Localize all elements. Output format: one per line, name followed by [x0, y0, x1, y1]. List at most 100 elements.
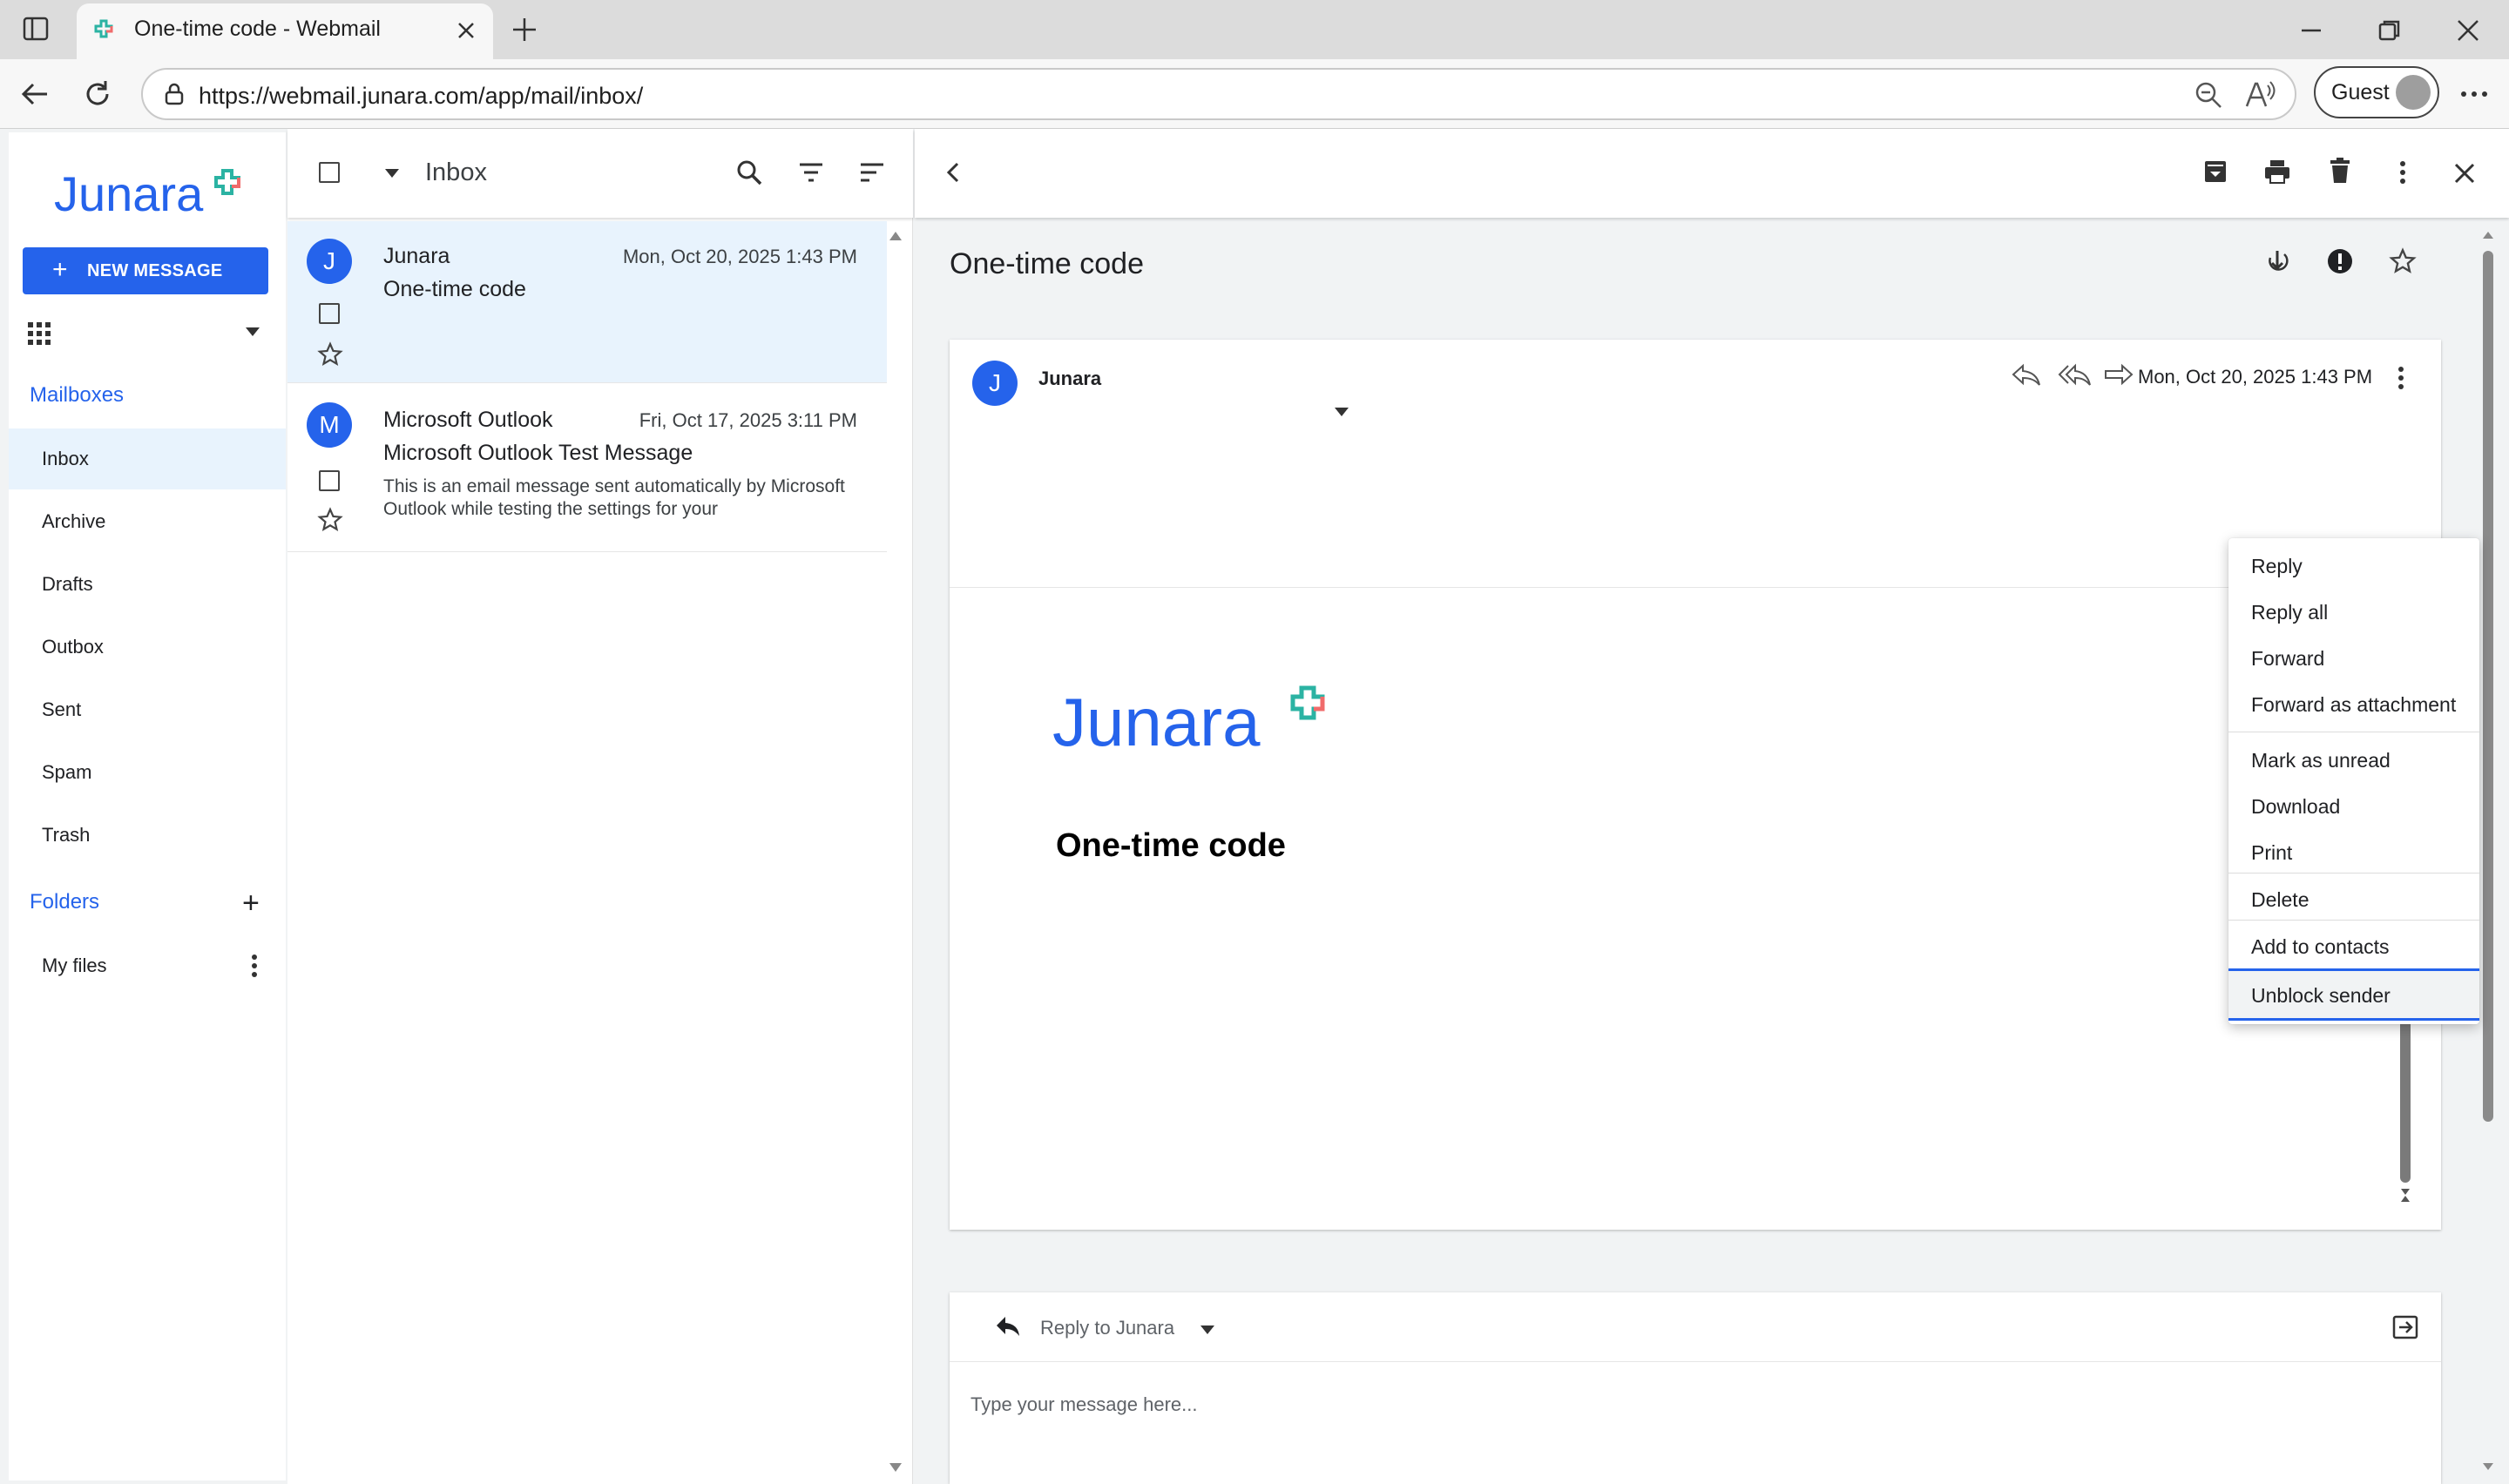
url-field[interactable]: https://webmail.junara.com/app/mail/inbo… — [141, 68, 2296, 120]
message-subject: Microsoft Outlook Test Message — [383, 441, 693, 465]
site-info-lock-icon[interactable] — [162, 82, 186, 106]
new-message-button[interactable]: + NEW MESSAGE — [23, 247, 268, 294]
email-body-title: One-time code — [1056, 827, 1286, 864]
more-actions-icon[interactable] — [2399, 160, 2406, 185]
message-subject-title: One-time code — [950, 247, 1144, 280]
menu-divider — [2228, 920, 2479, 921]
mailbox-label: Drafts — [42, 573, 93, 595]
menu-item-label: Print — [2251, 841, 2293, 864]
menu-item-reply[interactable]: Reply — [2228, 542, 2479, 589]
back-icon[interactable] — [17, 77, 52, 111]
thread-expand-icon[interactable] — [2265, 247, 2289, 275]
menu-item-reply-all[interactable]: Reply all — [2228, 588, 2479, 635]
email-body-logo: Junara — [1052, 679, 1349, 758]
star-icon[interactable] — [317, 341, 343, 368]
browser-menu-icon[interactable] — [2458, 78, 2490, 110]
select-dropdown-icon[interactable] — [385, 169, 399, 178]
add-folder-icon[interactable]: + — [242, 888, 260, 918]
message-list-pane: Inbox J Junara Mon, Oct 20, 2025 1:43 PM… — [287, 129, 913, 1484]
message-list-scrollbar[interactable] — [885, 225, 906, 1479]
message-checkbox[interactable] — [319, 470, 340, 491]
message-actions-menu: Reply Reply all Forward Forward as attac… — [2228, 538, 2479, 1024]
forward-icon[interactable] — [2103, 362, 2134, 387]
mailbox-drafts[interactable]: Drafts — [9, 554, 286, 615]
menu-item-forward-as-attachment[interactable]: Forward as attachment — [2228, 680, 2479, 727]
folder-more-icon[interactable] — [251, 954, 258, 977]
menu-item-mark-as-unread[interactable]: Mark as unread — [2228, 736, 2479, 783]
folders-title[interactable]: Folders — [30, 890, 99, 914]
delete-icon[interactable] — [2328, 157, 2352, 185]
menu-item-add-to-contacts[interactable]: Add to contacts — [2228, 922, 2479, 969]
sender-name[interactable]: Junara — [1038, 368, 1101, 390]
mailbox-sent[interactable]: Sent — [9, 679, 286, 740]
plus-icon: + — [52, 255, 68, 284]
message-from: Microsoft Outlook — [383, 408, 553, 432]
junara-logo[interactable]: Junara — [52, 162, 253, 223]
archive-icon[interactable] — [2202, 159, 2228, 185]
message-row-junara[interactable]: J Junara Mon, Oct 20, 2025 1:43 PM One-t… — [287, 221, 887, 383]
new-tab-icon[interactable] — [511, 16, 538, 44]
close-window-icon[interactable] — [2455, 17, 2481, 44]
mailbox-spam[interactable]: Spam — [9, 742, 286, 803]
browser-tab-bar: One-time code - Webmail — [0, 0, 2509, 59]
mailbox-archive[interactable]: Archive — [9, 491, 286, 552]
mailbox-trash[interactable]: Trash — [9, 805, 286, 866]
print-icon[interactable] — [2263, 159, 2291, 185]
minimize-icon[interactable] — [2298, 17, 2324, 44]
flag-important-icon[interactable] — [2326, 247, 2354, 275]
message-row-microsoft-outlook[interactable]: M Microsoft Outlook Fri, Oct 17, 2025 3:… — [287, 383, 887, 552]
star-message-icon[interactable] — [2389, 247, 2417, 275]
close-message-icon[interactable] — [2453, 162, 2476, 185]
read-aloud-icon[interactable] — [2244, 80, 2276, 110]
filter-icon[interactable] — [798, 160, 824, 185]
mailbox-inbox[interactable]: Inbox — [9, 428, 286, 489]
apps-dropdown-icon[interactable] — [246, 327, 260, 336]
close-tab-icon[interactable] — [456, 21, 476, 40]
message-checkbox[interactable] — [319, 303, 340, 324]
sort-icon[interactable] — [859, 160, 885, 185]
tab-actions-icon[interactable] — [23, 16, 49, 42]
apps-grid-icon[interactable] — [28, 322, 51, 345]
menu-item-print[interactable]: Print — [2228, 828, 2479, 875]
reader-toolbar — [915, 129, 2509, 218]
reply-all-icon[interactable] — [2058, 362, 2093, 387]
mailbox-label: Archive — [42, 510, 106, 532]
menu-item-forward[interactable]: Forward — [2228, 634, 2479, 681]
profile-label: Guest — [2331, 80, 2390, 105]
message-preview: This is an email message sent automatica… — [383, 476, 845, 519]
sender-avatar: J — [972, 361, 1018, 406]
profile-button[interactable]: Guest — [2314, 66, 2439, 118]
mailbox-label: Outbox — [42, 636, 104, 658]
message-date: Mon, Oct 20, 2025 1:43 PM — [622, 246, 857, 267]
reply-to-label[interactable]: Reply to Junara — [1040, 1317, 1174, 1339]
menu-item-label: Forward — [2251, 647, 2325, 670]
mailbox-outbox[interactable]: Outbox — [9, 617, 286, 678]
menu-divider — [2228, 873, 2479, 874]
message-more-icon[interactable] — [2397, 366, 2404, 390]
mailboxes-title[interactable]: Mailboxes — [30, 383, 124, 408]
menu-item-unblock-sender[interactable]: Unblock sender — [2228, 968, 2479, 1021]
menu-item-label: Reply — [2251, 555, 2303, 577]
select-all-checkbox[interactable] — [319, 162, 340, 183]
mailbox-label: Trash — [42, 824, 91, 846]
reply-mode-dropdown-icon[interactable] — [1200, 1325, 1214, 1334]
quick-reply-card: Reply to Junara Type your message here..… — [950, 1292, 2441, 1484]
search-icon[interactable] — [735, 159, 763, 186]
reply-input[interactable]: Type your message here... — [970, 1393, 1197, 1416]
open-full-editor-icon[interactable] — [2392, 1315, 2418, 1339]
new-message-label: NEW MESSAGE — [87, 261, 223, 280]
zoom-icon[interactable] — [2194, 80, 2223, 110]
reload-icon[interactable] — [80, 77, 115, 111]
folder-my-files[interactable]: My files — [9, 935, 286, 996]
star-icon[interactable] — [317, 507, 343, 533]
menu-item-download[interactable]: Download — [2228, 782, 2479, 829]
back-to-list-icon[interactable] — [944, 159, 962, 186]
restore-icon[interactable] — [2377, 17, 2403, 44]
list-toolbar: Inbox — [287, 129, 913, 218]
reply-icon[interactable] — [2011, 362, 2042, 387]
reading-pane-scrollbar[interactable] — [2478, 225, 2499, 1479]
menu-item-delete[interactable]: Delete — [2228, 875, 2479, 922]
headers-dropdown-icon[interactable] — [1335, 408, 1349, 416]
tab-active[interactable]: One-time code - Webmail — [77, 3, 493, 59]
mailbox-label: Inbox — [42, 448, 89, 469]
